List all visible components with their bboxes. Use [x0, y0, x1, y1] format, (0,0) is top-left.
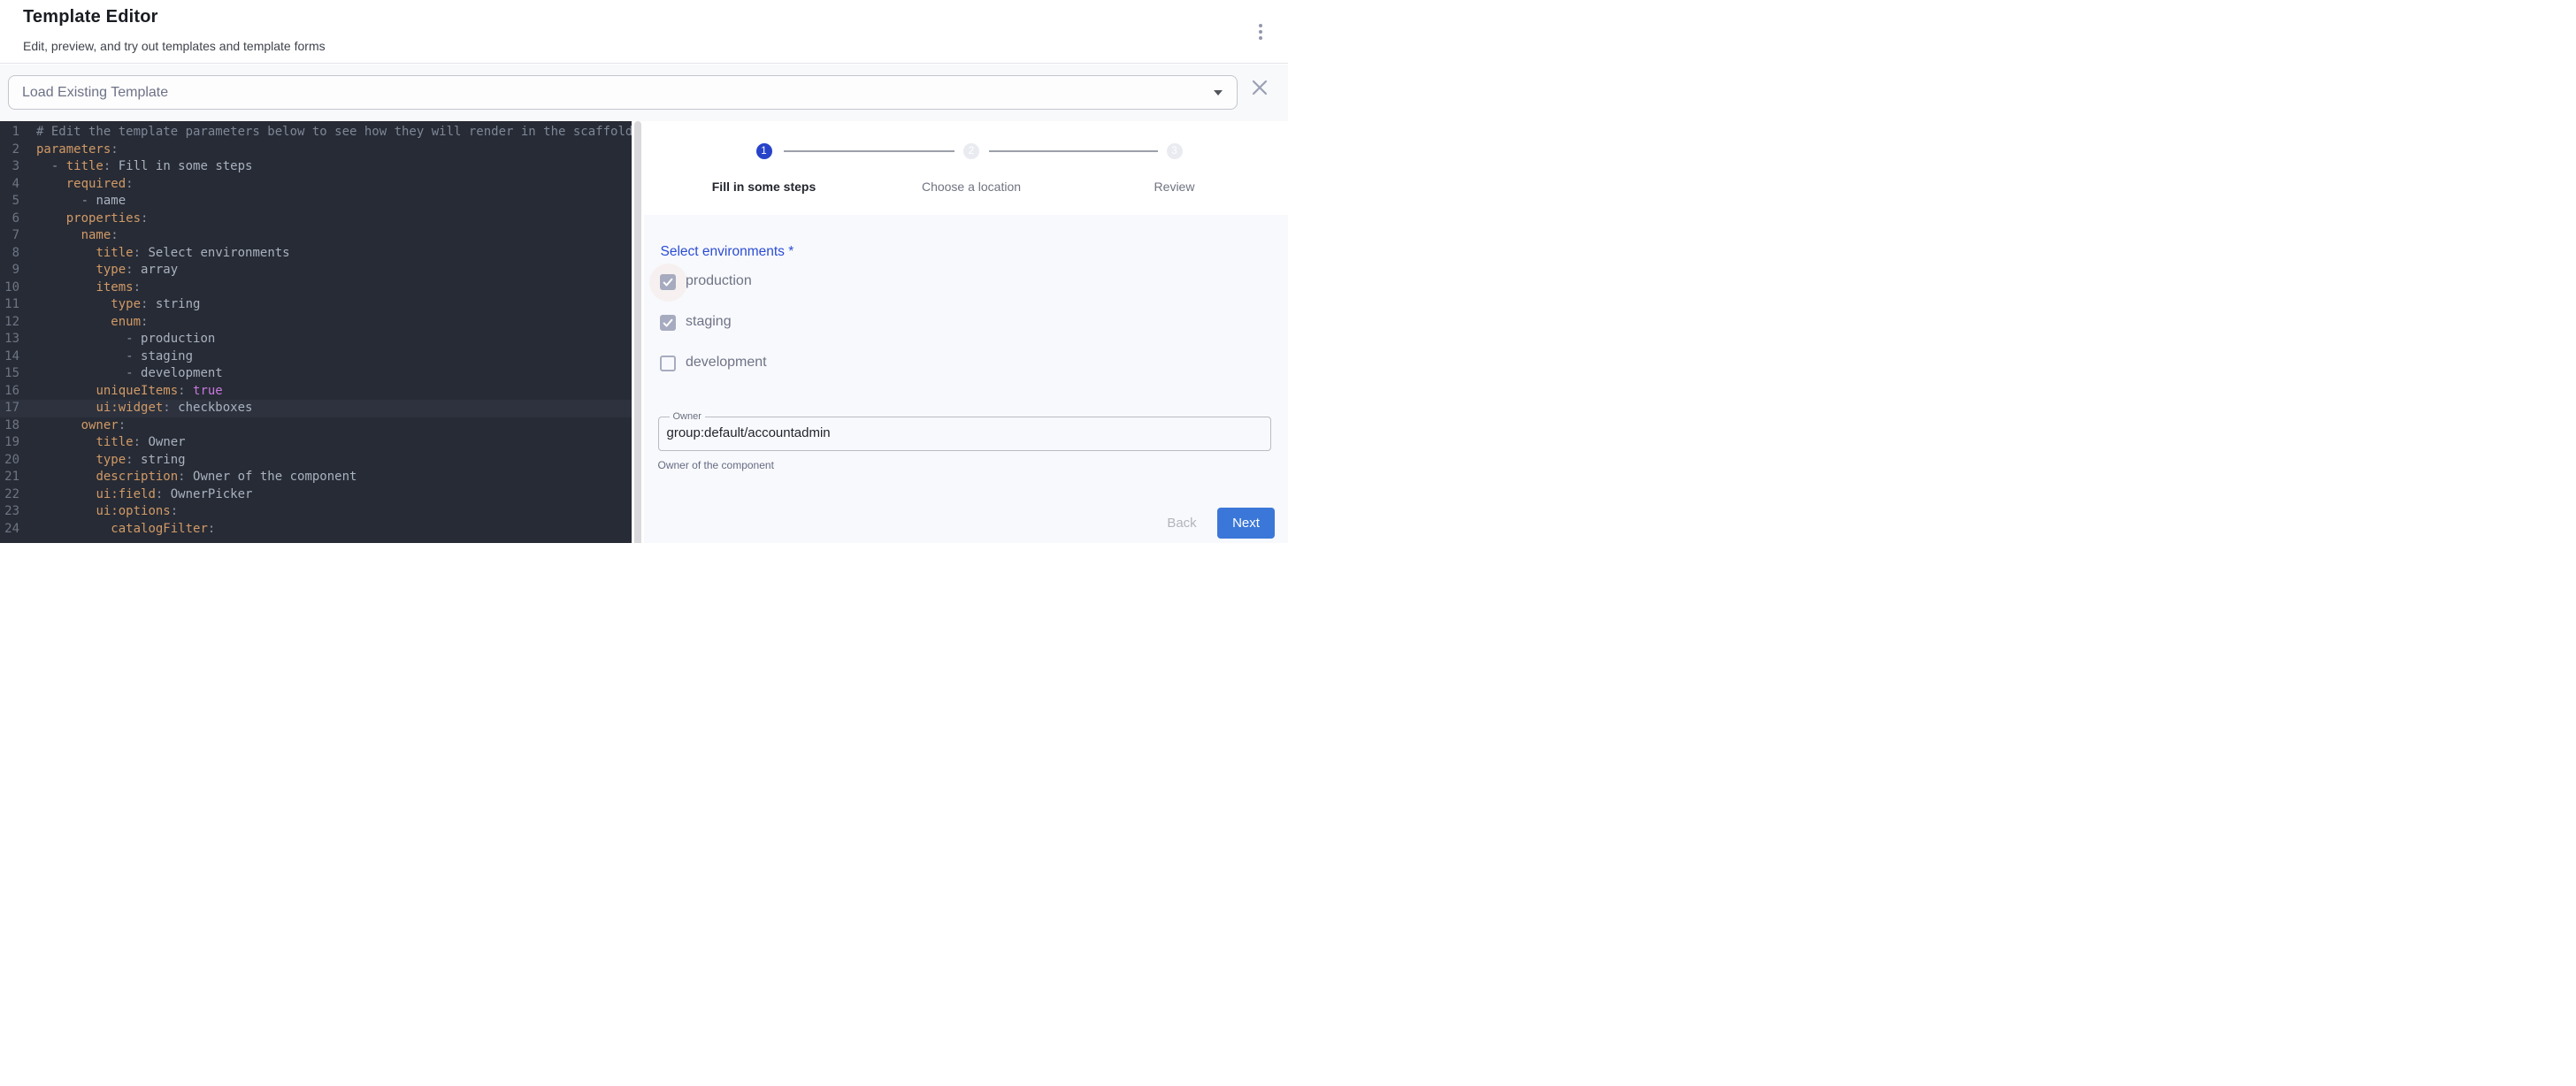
code-line: 1# Edit the template parameters below to…	[0, 124, 632, 141]
line-number: 19	[0, 434, 19, 452]
line-number: 10	[0, 279, 19, 297]
line-number: 7	[0, 227, 19, 245]
code-line: 2parameters:	[0, 141, 632, 159]
line-number: 5	[0, 193, 19, 210]
close-button[interactable]	[1249, 77, 1270, 98]
code-line: 14 - staging	[0, 348, 632, 366]
code-line: 13 - production	[0, 331, 632, 348]
line-number: 4	[0, 176, 19, 194]
step-circle-2: 2	[963, 143, 979, 159]
checkbox-label: development	[686, 355, 767, 371]
line-number: 16	[0, 383, 19, 401]
checkbox-checked-icon[interactable]	[660, 274, 676, 290]
step-connector	[989, 150, 1158, 152]
line-number: 12	[0, 314, 19, 332]
step-connector	[784, 150, 954, 152]
line-number: 13	[0, 331, 19, 348]
line-number: 17	[0, 400, 19, 417]
step-circle-1: 1	[756, 143, 772, 159]
checkbox-label: production	[686, 273, 752, 289]
line-number: 8	[0, 245, 19, 263]
back-button[interactable]: Back	[1151, 508, 1213, 539]
step-label: Review	[1154, 180, 1195, 194]
line-number: 22	[0, 486, 19, 504]
line-number: 18	[0, 417, 19, 435]
code-line: 4 required:	[0, 176, 632, 194]
line-number: 15	[0, 365, 19, 383]
code-line: 24 catalogFilter:	[0, 521, 632, 539]
line-number: 3	[0, 158, 19, 176]
code-line: 8 title: Select environments	[0, 245, 632, 263]
line-number: 14	[0, 348, 19, 366]
step-label: Choose a location	[922, 180, 1021, 194]
form-card: Select environments * production staging d…	[644, 215, 1288, 543]
line-number: 9	[0, 262, 19, 279]
line-number: 1	[0, 124, 19, 141]
code-line: 12 enum:	[0, 314, 632, 332]
checkbox-row-production[interactable]: production	[644, 266, 998, 298]
code-line: 17 ui:widget: checkboxes	[0, 400, 632, 417]
environments-label: Select environments *	[661, 244, 794, 260]
step-label: Fill in some steps	[712, 180, 816, 194]
toolbar: Load Existing Template	[0, 65, 1288, 121]
code-line: 22 ui:field: OwnerPicker	[0, 486, 632, 504]
next-button[interactable]: Next	[1217, 508, 1275, 539]
code-line: 5 - name	[0, 193, 632, 210]
page-subtitle: Edit, preview, and try out templates and…	[23, 39, 326, 53]
code-line: 20 type: string	[0, 452, 632, 470]
load-template-placeholder: Load Existing Template	[22, 76, 168, 109]
step-circle-3: 3	[1167, 143, 1183, 159]
code-line: 7 name:	[0, 227, 632, 245]
checkbox-row-staging[interactable]: staging	[644, 307, 998, 339]
checkbox-row-development[interactable]: development	[644, 348, 998, 379]
code-line: 9 type: array	[0, 262, 632, 279]
line-number: 20	[0, 452, 19, 470]
line-number: 11	[0, 296, 19, 314]
caret-down-icon	[1214, 90, 1223, 96]
editor-scrollbar-thumb[interactable]	[634, 121, 642, 543]
line-number: 6	[0, 210, 19, 228]
owner-helper-text: Owner of the component	[658, 459, 774, 471]
code-editor[interactable]: 1# Edit the template parameters below to…	[0, 121, 632, 543]
line-number: 2	[0, 141, 19, 159]
code-line: 23 ui:options:	[0, 503, 632, 521]
line-number: 24	[0, 521, 19, 539]
code-line: 16 uniqueItems: true	[0, 383, 632, 401]
kebab-menu-icon	[1259, 24, 1262, 27]
close-icon	[1249, 77, 1270, 98]
checkbox-label: staging	[686, 314, 732, 330]
checkbox-unchecked-icon[interactable]	[660, 356, 676, 371]
code-line: 21 description: Owner of the component	[0, 469, 632, 486]
page-header: Template Editor Edit, preview, and try o…	[0, 0, 1288, 64]
owner-field[interactable]: Owner group:default/accountadmin	[658, 417, 1271, 451]
owner-field-value[interactable]: group:default/accountadmin	[667, 417, 831, 450]
code-line: 19 title: Owner	[0, 434, 632, 452]
wizard-panel: 1 Fill in some steps 2 Choose a location 3 Re…	[644, 121, 1288, 543]
checkbox-checked-icon[interactable]	[660, 315, 676, 331]
code-line: 18 owner:	[0, 417, 632, 435]
code-line: 10 items:	[0, 279, 632, 297]
page-title: Template Editor	[23, 7, 158, 27]
code-line: 15 - development	[0, 365, 632, 383]
code-line: 11 type: string	[0, 296, 632, 314]
kebab-menu-button[interactable]	[1249, 19, 1272, 45]
line-number: 21	[0, 469, 19, 486]
line-number: 23	[0, 503, 19, 521]
code-line: 6 properties:	[0, 210, 632, 228]
code-line: 3 - title: Fill in some steps	[0, 158, 632, 176]
load-template-select[interactable]: Load Existing Template	[8, 75, 1238, 110]
